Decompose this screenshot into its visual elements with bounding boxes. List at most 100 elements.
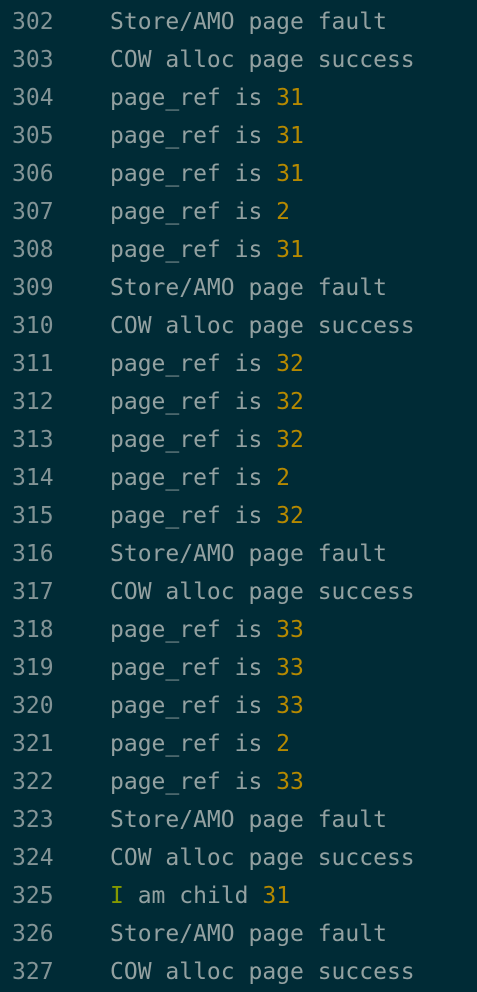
line-number: 309	[12, 275, 54, 301]
text-segment: COW alloc page success	[110, 313, 415, 339]
line-number: 326	[12, 921, 54, 947]
line-number: 323	[12, 807, 54, 833]
log-line: 302 Store/AMO page fault	[0, 3, 477, 41]
text-segment: page_ref is	[110, 465, 277, 491]
text-segment: Store/AMO page fault	[110, 541, 387, 567]
log-text: page_ref is 2	[110, 725, 290, 763]
line-number: 307	[12, 199, 54, 225]
log-text: page_ref is 33	[110, 649, 304, 687]
line-number: 306	[12, 161, 54, 187]
log-text: page_ref is 31	[110, 79, 304, 117]
line-number: 308	[12, 237, 54, 263]
log-text: page_ref is 32	[110, 497, 304, 535]
log-text: COW alloc page success	[110, 839, 415, 877]
log-text: page_ref is 32	[110, 421, 304, 459]
text-segment: COW alloc page success	[110, 845, 415, 871]
line-number: 315	[12, 503, 54, 529]
log-text: COW alloc page success	[110, 307, 415, 345]
log-line: 318 page_ref is 33	[0, 611, 477, 649]
text-segment: page_ref is	[110, 769, 277, 795]
log-line: 303 COW alloc page success	[0, 41, 477, 79]
log-text: Store/AMO page fault	[110, 3, 387, 41]
log-text: page_ref is 33	[110, 687, 304, 725]
text-segment: page_ref is	[110, 161, 277, 187]
line-number: 310	[12, 313, 54, 339]
text-segment: am child	[123, 883, 263, 909]
log-text: page_ref is 33	[110, 611, 304, 649]
log-line: 321 page_ref is 2	[0, 725, 477, 763]
output-log-view: 302 Store/AMO page fault 303 COW alloc page…	[0, 0, 477, 992]
log-line: 327 COW alloc page success	[0, 953, 477, 991]
line-number: 302	[12, 9, 54, 35]
log-text: page_ref is 2	[110, 459, 290, 497]
text-segment: page_ref is	[110, 731, 277, 757]
line-number: 324	[12, 845, 54, 871]
log-text: page_ref is 31	[110, 155, 304, 193]
line-number: 327	[12, 959, 54, 985]
log-text: COW alloc page success	[110, 41, 415, 79]
numeric-value: 32	[276, 503, 304, 529]
log-line: 305 page_ref is 31	[0, 117, 477, 155]
text-segment: page_ref is	[110, 655, 277, 681]
line-number: 316	[12, 541, 54, 567]
log-line: 322 page_ref is 33	[0, 763, 477, 801]
text-segment: page_ref is	[110, 351, 277, 377]
numeric-value: 2	[276, 199, 291, 225]
numeric-value: 32	[276, 389, 304, 415]
numeric-value: 33	[276, 693, 304, 719]
line-number: 314	[12, 465, 54, 491]
line-number: 317	[12, 579, 54, 605]
log-line: 319 page_ref is 33	[0, 649, 477, 687]
log-text: Store/AMO page fault	[110, 915, 387, 953]
log-line: 326 Store/AMO page fault	[0, 915, 477, 953]
log-text: page_ref is 32	[110, 345, 304, 383]
log-line: 308 page_ref is 31	[0, 231, 477, 269]
line-number: 305	[12, 123, 54, 149]
log-text: COW alloc page success	[110, 573, 415, 611]
text-segment: COW alloc page success	[110, 47, 415, 73]
line-number: 304	[12, 85, 54, 111]
line-number: 311	[12, 351, 54, 377]
numeric-value: 33	[276, 655, 304, 681]
log-line: 317 COW alloc page success	[0, 573, 477, 611]
numeric-value: 32	[276, 351, 304, 377]
line-number: 318	[12, 617, 54, 643]
log-line: 314 page_ref is 2	[0, 459, 477, 497]
numeric-value: 31	[276, 161, 304, 187]
log-text: page_ref is 33	[110, 763, 304, 801]
log-line: 311 page_ref is 32	[0, 345, 477, 383]
numeric-value: 33	[276, 769, 304, 795]
text-segment: page_ref is	[110, 617, 277, 643]
log-line: 320 page_ref is 33	[0, 687, 477, 725]
text-segment: page_ref is	[110, 123, 277, 149]
log-line: 315 page_ref is 32	[0, 497, 477, 535]
text-segment: Store/AMO page fault	[110, 9, 387, 35]
line-number: 319	[12, 655, 54, 681]
text-segment: COW alloc page success	[110, 579, 415, 605]
log-text: page_ref is 31	[110, 231, 304, 269]
text-segment: COW alloc page success	[110, 959, 415, 985]
log-text: page_ref is 31	[110, 117, 304, 155]
log-line: 323 Store/AMO page fault	[0, 801, 477, 839]
numeric-value: 2	[276, 465, 291, 491]
numeric-value: 33	[276, 617, 304, 643]
text-segment: page_ref is	[110, 199, 277, 225]
text-segment: Store/AMO page fault	[110, 275, 387, 301]
text-segment: Store/AMO page fault	[110, 807, 387, 833]
log-line: 307 page_ref is 2	[0, 193, 477, 231]
log-text: page_ref is 32	[110, 383, 304, 421]
numeric-value: 31	[276, 123, 304, 149]
line-number: 312	[12, 389, 54, 415]
line-number: 321	[12, 731, 54, 757]
log-text: I am child 31	[110, 877, 290, 915]
text-segment: page_ref is	[110, 427, 277, 453]
line-number: 325	[12, 883, 54, 909]
numeric-value: 31	[276, 85, 304, 111]
log-line: 306 page_ref is 31	[0, 155, 477, 193]
log-text: page_ref is 2	[110, 193, 290, 231]
numeric-value: 31	[276, 237, 304, 263]
line-number: 303	[12, 47, 54, 73]
log-text: Store/AMO page fault	[110, 801, 387, 839]
text-segment: Store/AMO page fault	[110, 921, 387, 947]
line-number: 322	[12, 769, 54, 795]
